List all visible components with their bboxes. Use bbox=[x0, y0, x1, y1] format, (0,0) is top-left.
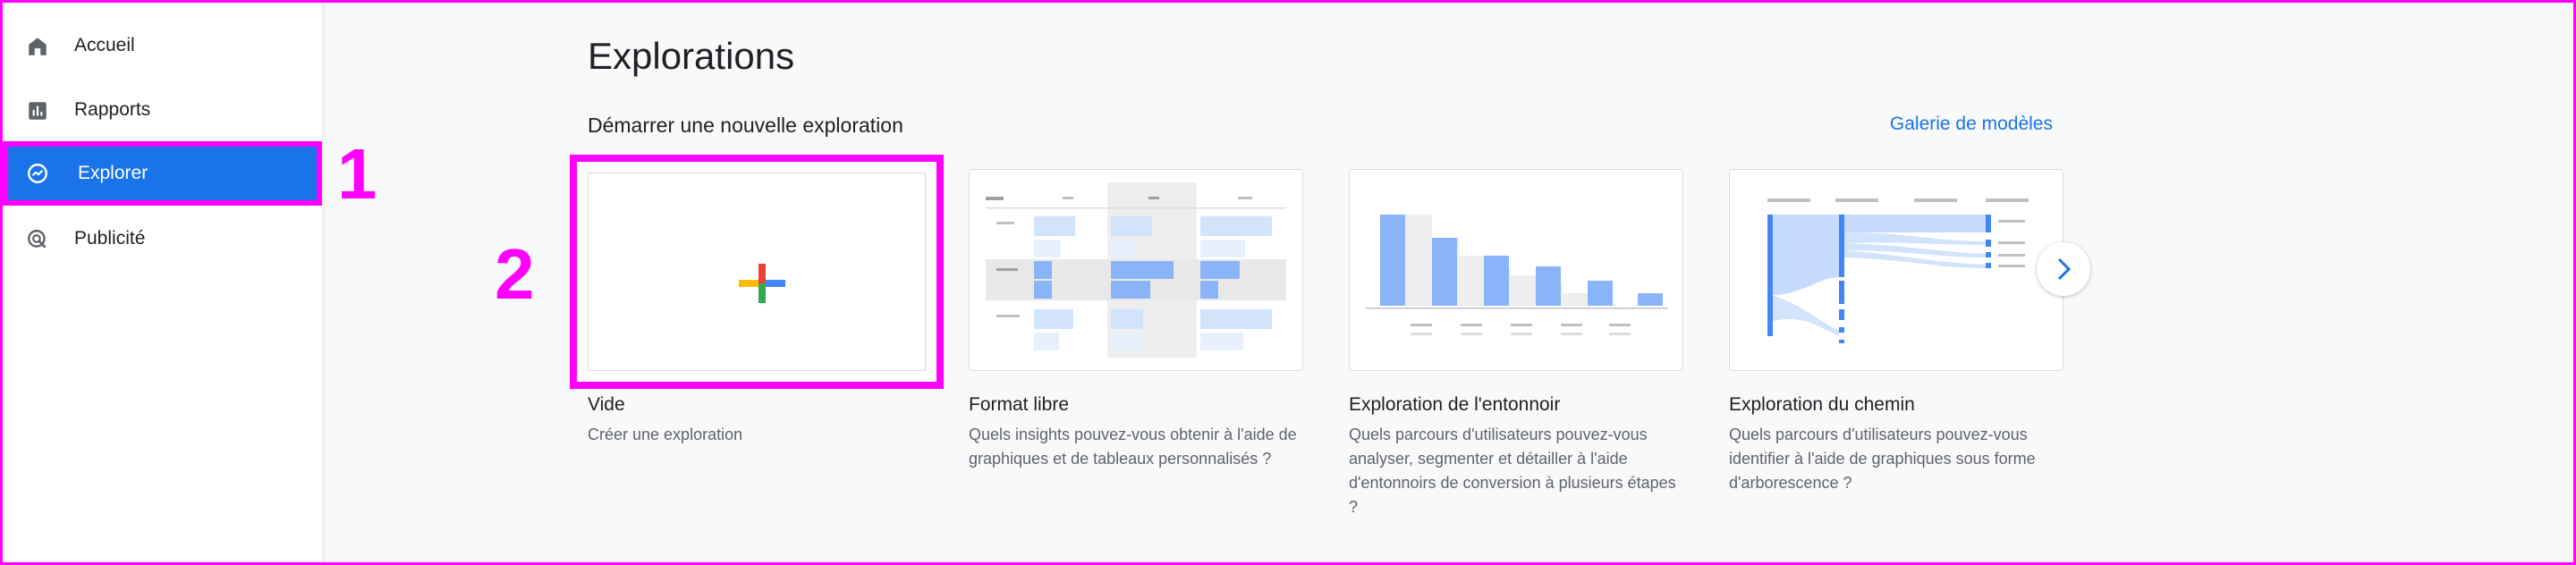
card-thumbnail bbox=[588, 173, 926, 371]
sidebar-item-explorer[interactable]: Explorer bbox=[3, 141, 322, 206]
funnel-thumbnail bbox=[1366, 215, 1668, 335]
callout-number-2: 2 bbox=[495, 234, 535, 314]
sidebar-item-label: Rapports bbox=[74, 99, 151, 120]
chevron-right-icon bbox=[2057, 257, 2072, 281]
card-title: Exploration du chemin bbox=[1729, 394, 1915, 415]
bar-chart-icon bbox=[29, 102, 47, 120]
funnel-exploration-card[interactable] bbox=[1349, 169, 1683, 371]
path-exploration-card[interactable] bbox=[1729, 169, 2063, 371]
page-title: Explorations bbox=[588, 35, 795, 77]
card-description: Quels parcours d'utilisateurs pouvez-vou… bbox=[1729, 426, 2036, 492]
callout-number-1: 1 bbox=[337, 134, 377, 214]
path-thumbnail bbox=[1767, 198, 2029, 343]
section-subtitle: Démarrer une nouvelle exploration bbox=[588, 114, 903, 137]
sidebar-item-accueil[interactable]: Accueil bbox=[3, 16, 322, 75]
card-title: Format libre bbox=[969, 394, 1070, 415]
next-button[interactable] bbox=[2037, 242, 2090, 296]
card-title: Exploration de l'entonnoir bbox=[1349, 394, 1561, 415]
template-gallery-link[interactable]: Galerie de modèles bbox=[1890, 114, 2053, 135]
home-icon bbox=[29, 38, 47, 55]
free-form-card[interactable] bbox=[969, 169, 1303, 371]
free-form-thumbnail bbox=[986, 182, 1286, 358]
card-title: Vide bbox=[588, 394, 625, 415]
advertising-icon bbox=[28, 230, 47, 249]
card-description: Quels insights pouvez-vous obtenir à l'a… bbox=[969, 426, 1297, 468]
sidebar-item-rapports[interactable]: Rapports bbox=[3, 80, 322, 139]
sidebar-item-publicite[interactable]: Publicité bbox=[3, 209, 322, 268]
explore-icon bbox=[28, 164, 47, 183]
plus-icon bbox=[739, 264, 785, 303]
sidebar: Accueil Rapports Explorer Publicité bbox=[3, 3, 322, 562]
sidebar-item-label: Publicité bbox=[74, 228, 146, 249]
sidebar-item-label: Explorer bbox=[78, 163, 148, 183]
blank-exploration-card[interactable] bbox=[570, 155, 944, 389]
card-description: Créer une exploration bbox=[588, 426, 743, 443]
app-window: Accueil Rapports Explorer Publicité 1 2 … bbox=[3, 3, 2573, 562]
sidebar-item-label: Accueil bbox=[74, 35, 135, 55]
card-description: Quels parcours d'utilisateurs pouvez-vou… bbox=[1349, 426, 1676, 516]
